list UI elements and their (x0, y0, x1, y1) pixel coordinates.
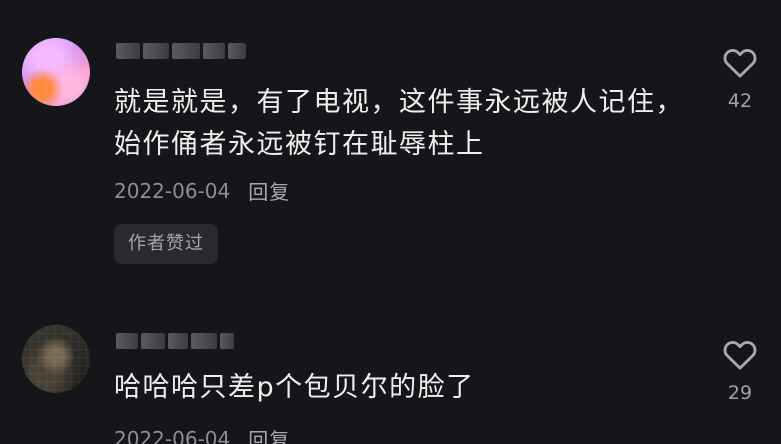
avatar[interactable] (22, 325, 90, 393)
avatar[interactable] (22, 38, 90, 106)
author-liked-badge: 作者赞过 (114, 224, 218, 264)
comment-item: 就是就是，有了电视，这件事永远被人记住，始作俑者永远被钉在耻辱柱上 2022-0… (0, 0, 781, 300)
comment-date: 2022-06-04 (114, 426, 231, 444)
username-pixelated[interactable] (116, 330, 234, 352)
comment-item: 哈哈哈只差p个包贝尔的脸了 2022-06-04 回复 29 (0, 300, 781, 444)
comment-meta: 2022-06-04 回复 (114, 424, 290, 444)
comment-meta: 2022-06-04 回复 (114, 176, 290, 205)
heart-outline-icon[interactable] (720, 42, 760, 82)
reply-button[interactable]: 回复 (248, 424, 290, 444)
comment-text: 哈哈哈只差p个包贝尔的脸了 (114, 372, 475, 403)
like-button[interactable]: 42 (714, 42, 766, 112)
heart-outline-icon[interactable] (720, 334, 760, 374)
reply-button[interactable]: 回复 (248, 176, 290, 205)
like-count: 42 (727, 90, 753, 112)
like-button[interactable]: 29 (714, 334, 766, 404)
comment-text: 就是就是，有了电视，这件事永远被人记住，始作俑者永远被钉在耻辱柱上 (114, 87, 684, 160)
comment-feed: 就是就是，有了电视，这件事永远被人记住，始作俑者永远被钉在耻辱柱上 2022-0… (0, 0, 781, 444)
like-count: 29 (727, 382, 753, 404)
username-pixelated[interactable] (116, 40, 246, 62)
comment-date: 2022-06-04 (114, 178, 231, 203)
